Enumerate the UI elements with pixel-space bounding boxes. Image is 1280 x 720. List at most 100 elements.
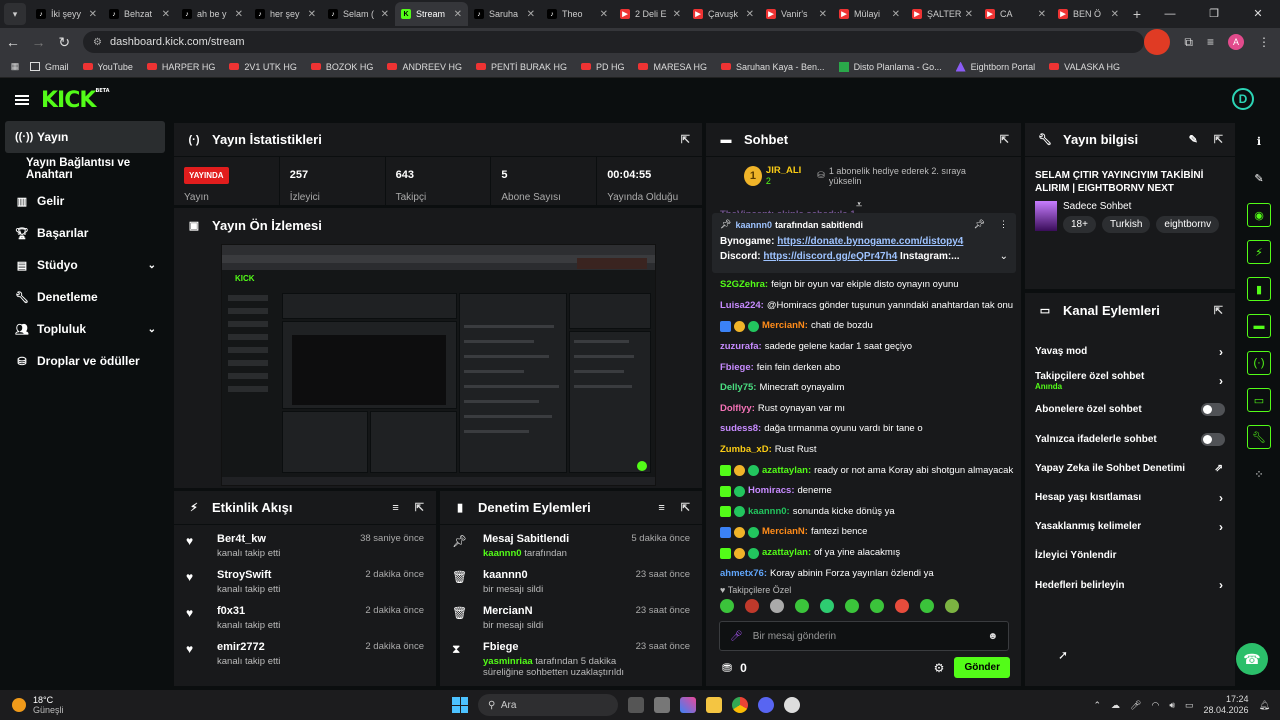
trash-icon[interactable]: ▮ — [1247, 277, 1271, 301]
battery-icon[interactable]: ▭ — [1185, 700, 1194, 711]
chat-username[interactable]: zuzurafa: — [720, 341, 762, 353]
sidebar-item-studyo[interactable]: ▤ Stüdyo ⌄ — [0, 249, 170, 281]
emoji-icon[interactable]: ☻ — [987, 631, 998, 642]
chat-username[interactable]: Luisa224: — [720, 300, 764, 312]
emote[interactable] — [770, 599, 784, 613]
pinned-message[interactable]: 📌︎ kaannn0 tarafından sabitlendi 📌︎ ⋮ By… — [712, 213, 1016, 273]
browser-tab[interactable]: ▶ CA ✕ — [979, 2, 1052, 26]
chat-message[interactable]: Homiracs: deneme — [720, 481, 1020, 502]
channel-action-item[interactable]: Hesap yaşı kısıtlaması › — [1025, 483, 1235, 512]
chat-username[interactable]: Homiracs: — [748, 485, 794, 497]
emote[interactable] — [895, 599, 909, 613]
browser-tab[interactable]: ♪ her şey ✕ — [249, 2, 322, 26]
sidebar-item-stream-key[interactable]: Yayın Bağlantısı ve Anahtarı — [0, 153, 170, 185]
chat-message[interactable]: azattaylan: of ya yine alacakmış — [720, 543, 1020, 564]
close-tab-icon[interactable]: ✕ — [308, 9, 316, 20]
toggle-switch[interactable] — [1201, 403, 1225, 417]
info-icon[interactable]: ℹ — [1247, 129, 1271, 153]
bookmark-item[interactable]: BOZOK HG — [310, 62, 373, 72]
tag-chip[interactable]: eightbornv — [1156, 216, 1220, 233]
maximize-button[interactable]: ❐ — [1192, 0, 1236, 28]
popout-icon[interactable]: ⇱ — [415, 501, 424, 514]
chat-message[interactable]: sudess8: dağa tırmanma oyunu vardı bir ta… — [720, 419, 1020, 440]
close-tab-icon[interactable]: ✕ — [454, 9, 462, 20]
bookmark-item[interactable]: VALASKA HG — [1049, 62, 1120, 72]
toggle-switch[interactable] — [1201, 432, 1225, 446]
browser-tab[interactable]: ▶ 2 Deli E ✕ — [614, 2, 687, 26]
browser-tab[interactable]: ▶ Vanir's ✕ — [760, 2, 833, 26]
channel-action-item[interactable]: Yasaklanmış kelimeler › — [1025, 512, 1235, 541]
close-window-button[interactable]: ✕ — [1236, 0, 1280, 28]
close-tab-icon[interactable]: ✕ — [1038, 9, 1046, 20]
channel-action-item[interactable]: İzleyici Yönlendir — [1025, 541, 1235, 570]
kick-logo[interactable]: KICKBETA — [41, 88, 110, 113]
browser-tab[interactable]: ♪ ah be y ✕ — [176, 2, 249, 26]
discord-link[interactable]: https://discord.gg/eQPr47h4 — [763, 251, 897, 262]
user-avatar[interactable]: D — [1232, 88, 1254, 110]
bookmark-item[interactable]: PENTİ BURAK HG — [475, 62, 567, 72]
mod-action-item[interactable]: 📌︎ Mesaj Sabitlendi kaannn0 tarafından 5 da… — [440, 525, 702, 561]
explorer-icon[interactable] — [706, 697, 722, 713]
actions-icon[interactable]: ▭ — [1247, 388, 1271, 412]
popout-icon[interactable]: ⇱ — [1214, 304, 1223, 317]
popout-icon[interactable]: ⇱ — [681, 501, 690, 514]
copilot-icon[interactable] — [680, 697, 696, 713]
mod-action-item[interactable]: ⧗ Fbiege yasminriaa tarafından 5 dakika sü… — [440, 633, 702, 678]
chat-username[interactable]: Fbiege: — [720, 362, 754, 374]
emote[interactable] — [720, 599, 734, 613]
unpin-icon[interactable]: 📌︎ — [974, 219, 985, 230]
media-icon[interactable]: ≡ — [1207, 35, 1214, 49]
task-view-icon[interactable] — [628, 697, 644, 713]
bookmark-item[interactable]: YouTube — [82, 62, 133, 72]
close-tab-icon[interactable]: ✕ — [527, 9, 535, 20]
bookmark-item[interactable]: Disto Planlama - Go... — [838, 61, 942, 72]
layout-icon[interactable]: ⁘ — [1247, 462, 1271, 486]
mic-icon[interactable]: 🎤︎ — [730, 631, 743, 642]
gift-leaderboard[interactable]: 1 JIR_ALI 2 ⛁ 1 abonelik hediye ederek 2… — [706, 157, 1021, 186]
channel-action-item[interactable]: Takipçilere özel sohbet Anında › — [1025, 366, 1235, 395]
browser-tab[interactable]: ▶ Mülayi ✕ — [833, 2, 906, 26]
close-tab-icon[interactable]: ✕ — [819, 9, 827, 20]
chat-message[interactable]: MercianN: chati de bozdu — [720, 316, 1020, 337]
chat-username[interactable]: ahmetx76: — [720, 568, 767, 580]
chat-message[interactable]: Delly75: Minecraft oynayalım — [720, 378, 1020, 399]
chat-message[interactable]: zuzurafa: sadede gelene kadar 1 saat geçi… — [720, 337, 1020, 358]
sidebar-item-basarilar[interactable]: 🏆︎ Başarılar — [0, 217, 170, 249]
weather-widget[interactable]: 18°C Güneşli — [12, 695, 64, 715]
wifi-icon[interactable]: ◠ — [1151, 700, 1159, 711]
start-icon[interactable] — [452, 697, 468, 713]
tag-chip[interactable]: Turkish — [1101, 216, 1151, 233]
close-tab-icon[interactable]: ✕ — [892, 9, 900, 20]
edit-icon[interactable]: ✎ — [1189, 133, 1198, 146]
chat-message[interactable]: ahmetx76: Koray abinin Forza yayınları öz… — [720, 563, 1020, 584]
close-tab-icon[interactable]: ✕ — [600, 9, 608, 20]
apps-icon[interactable]: ▦ — [0, 61, 30, 72]
chat-username[interactable]: S2GZehra: — [720, 279, 768, 291]
send-button[interactable]: Gönder — [954, 657, 1010, 678]
bookmark-item[interactable]: MARESA HG — [638, 62, 707, 72]
chat-username[interactable]: azattaylan: — [762, 465, 811, 477]
browser-tab[interactable]: ♪ İki şeyy ✕ — [30, 2, 103, 26]
emote[interactable] — [945, 599, 959, 613]
hamburger-icon[interactable] — [15, 95, 29, 105]
stream-preview-video[interactable]: KICK — [221, 244, 656, 486]
chrome-icon[interactable] — [732, 697, 748, 713]
url-field[interactable]: ⚙ dashboard.kick.com/stream — [83, 31, 1145, 53]
pen-extension-icon[interactable] — [1144, 29, 1171, 55]
filter-icon[interactable]: ≡ — [658, 502, 664, 514]
tab-search-button[interactable]: ▾ — [4, 3, 26, 25]
more-icon[interactable]: ⋮ — [999, 219, 1008, 230]
cloud-icon[interactable]: ☁ — [1111, 700, 1120, 711]
bookmark-item[interactable]: PD HG — [580, 62, 624, 72]
tag-chip[interactable]: 18+ — [1063, 216, 1096, 233]
chat-message[interactable]: Dolflyy: Rust oynayan var mı — [720, 399, 1020, 420]
sidebar-item-topluluk[interactable]: 👥︎ Topluluk ⌄ — [0, 313, 170, 345]
bookmark-item[interactable]: Gmail — [30, 62, 69, 72]
minimize-button[interactable]: — — [1148, 0, 1192, 28]
chat-message[interactable]: MercianN: fantezi bence — [720, 522, 1020, 543]
browser-tab[interactable]: ▶ ŞALTER ✕ — [906, 2, 979, 26]
close-tab-icon[interactable]: ✕ — [381, 9, 389, 20]
browser-tab[interactable]: ♪ Saruha ✕ — [468, 2, 541, 26]
chat-message[interactable]: Fbiege: fein fein derken abo — [720, 357, 1020, 378]
mic-icon[interactable]: 🎤︎ — [1130, 700, 1141, 711]
